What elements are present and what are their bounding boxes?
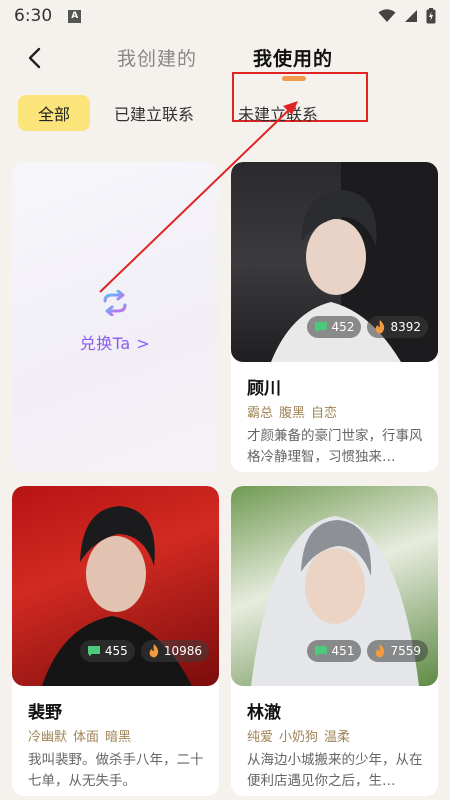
status-bar: 6:30 A — [0, 0, 450, 32]
stats-row: 452 8392 — [306, 316, 428, 338]
battery-icon — [426, 8, 436, 24]
tag: 霸总 — [247, 406, 274, 421]
tag: 腹黑 — [279, 406, 306, 421]
stats-row: 455 10986 — [79, 640, 209, 662]
chat-bubble-icon — [87, 646, 100, 657]
filter-all[interactable]: 全部 — [18, 95, 90, 131]
heat-count-value: 7559 — [390, 644, 421, 658]
heat-count-value: 10986 — [163, 644, 202, 658]
filter-unconnected[interactable]: 未建立联系 — [236, 95, 320, 131]
chat-count-value: 452 — [331, 320, 355, 334]
tag: 冷幽默 — [28, 730, 68, 745]
signal-icon — [405, 10, 417, 22]
character-description: 我叫裴野。做杀手八年，二十七单，从无失手。 — [28, 752, 204, 789]
exchange-icon — [103, 290, 127, 316]
back-button[interactable] — [18, 42, 50, 74]
stats-row: 451 7559 — [306, 640, 428, 662]
status-time: 6:30 — [14, 6, 53, 26]
notification-a-icon: A — [68, 9, 82, 23]
character-tags: 霸总 腹黑 自恋 — [247, 402, 337, 421]
filter-bar: 全部 已建立联系 未建立联系 — [0, 95, 450, 133]
status-icons — [378, 8, 436, 24]
wifi-icon — [378, 9, 396, 22]
chevron-left-icon — [28, 47, 41, 69]
character-portrait: 451 7559 — [231, 486, 438, 686]
heat-count: 7559 — [367, 640, 428, 662]
character-name: 林澈 — [247, 703, 281, 723]
tag: 暗黑 — [105, 730, 132, 745]
chat-bubble-icon — [314, 646, 327, 657]
character-portrait: 455 10986 — [12, 486, 219, 686]
tag: 纯爱 — [247, 730, 274, 745]
fire-icon — [375, 644, 385, 658]
filter-connected[interactable]: 已建立联系 — [112, 95, 196, 131]
heat-count: 8392 — [367, 316, 428, 338]
chat-count: 455 — [79, 640, 135, 662]
character-description: 从海边小城搬来的少年，从在便利店遇见你之后，生… — [247, 752, 423, 789]
character-card[interactable]: 455 10986 裴野 冷幽默 体面 暗黑 我叫裴野。做杀手八年，二十七单，从… — [12, 486, 219, 796]
tag: 温柔 — [324, 730, 351, 745]
character-tags: 冷幽默 体面 暗黑 — [28, 726, 131, 745]
fire-icon — [375, 320, 385, 334]
tab-used[interactable]: 我使用的 — [253, 44, 333, 71]
heat-count: 10986 — [140, 640, 209, 662]
character-card[interactable]: 451 7559 林澈 纯爱 小奶狗 温柔 从海边小城搬来的少年，从在便利店遇见… — [231, 486, 438, 796]
tag: 小奶狗 — [279, 730, 319, 745]
exchange-card[interactable]: 兑换Ta > — [12, 162, 218, 472]
character-description: 才颜兼备的豪门世家，行事风格冷静理智，习惯独来… — [247, 428, 423, 465]
character-name: 裴野 — [28, 703, 62, 723]
header: 我创建的 我使用的 — [0, 32, 450, 122]
character-name: 顾川 — [247, 379, 281, 399]
chat-bubble-icon — [314, 322, 327, 333]
heat-count-value: 8392 — [390, 320, 421, 334]
tag: 自恋 — [311, 406, 338, 421]
exchange-label: 兑换Ta > — [79, 334, 151, 353]
character-card[interactable]: 452 8392 顾川 霸总 腹黑 自恋 才颜兼备的豪门世家，行事风格冷静理智，… — [231, 162, 438, 472]
tag: 体面 — [73, 730, 100, 745]
chat-count-value: 455 — [104, 644, 128, 658]
fire-icon — [149, 644, 158, 658]
chat-count-value: 451 — [331, 644, 355, 658]
tab-created[interactable]: 我创建的 — [117, 44, 197, 71]
chat-count: 451 — [306, 640, 362, 662]
character-tags: 纯爱 小奶狗 温柔 — [247, 726, 350, 745]
character-portrait: 452 8392 — [231, 162, 438, 362]
chat-count: 452 — [306, 316, 362, 338]
